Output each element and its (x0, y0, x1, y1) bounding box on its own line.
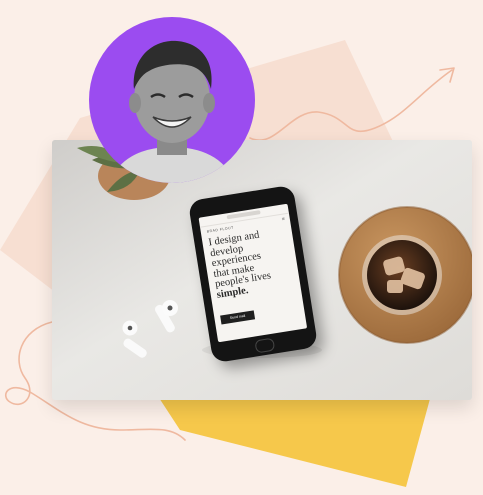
phone-screen: BRAD FLOUT ≡ I design and develop experi… (198, 203, 308, 343)
avatar (89, 17, 255, 183)
menu-icon: ≡ (281, 216, 286, 223)
phone-url-bar (226, 210, 261, 220)
phone-site-brand: BRAD FLOUT (206, 225, 234, 234)
phone-browser-bar (198, 203, 289, 228)
phone-headline: I design and develop experiences that ma… (208, 226, 297, 301)
phone-cta-button: Send mail (220, 310, 256, 325)
phone-home-button (254, 337, 276, 354)
avatar-portrait (109, 40, 235, 183)
